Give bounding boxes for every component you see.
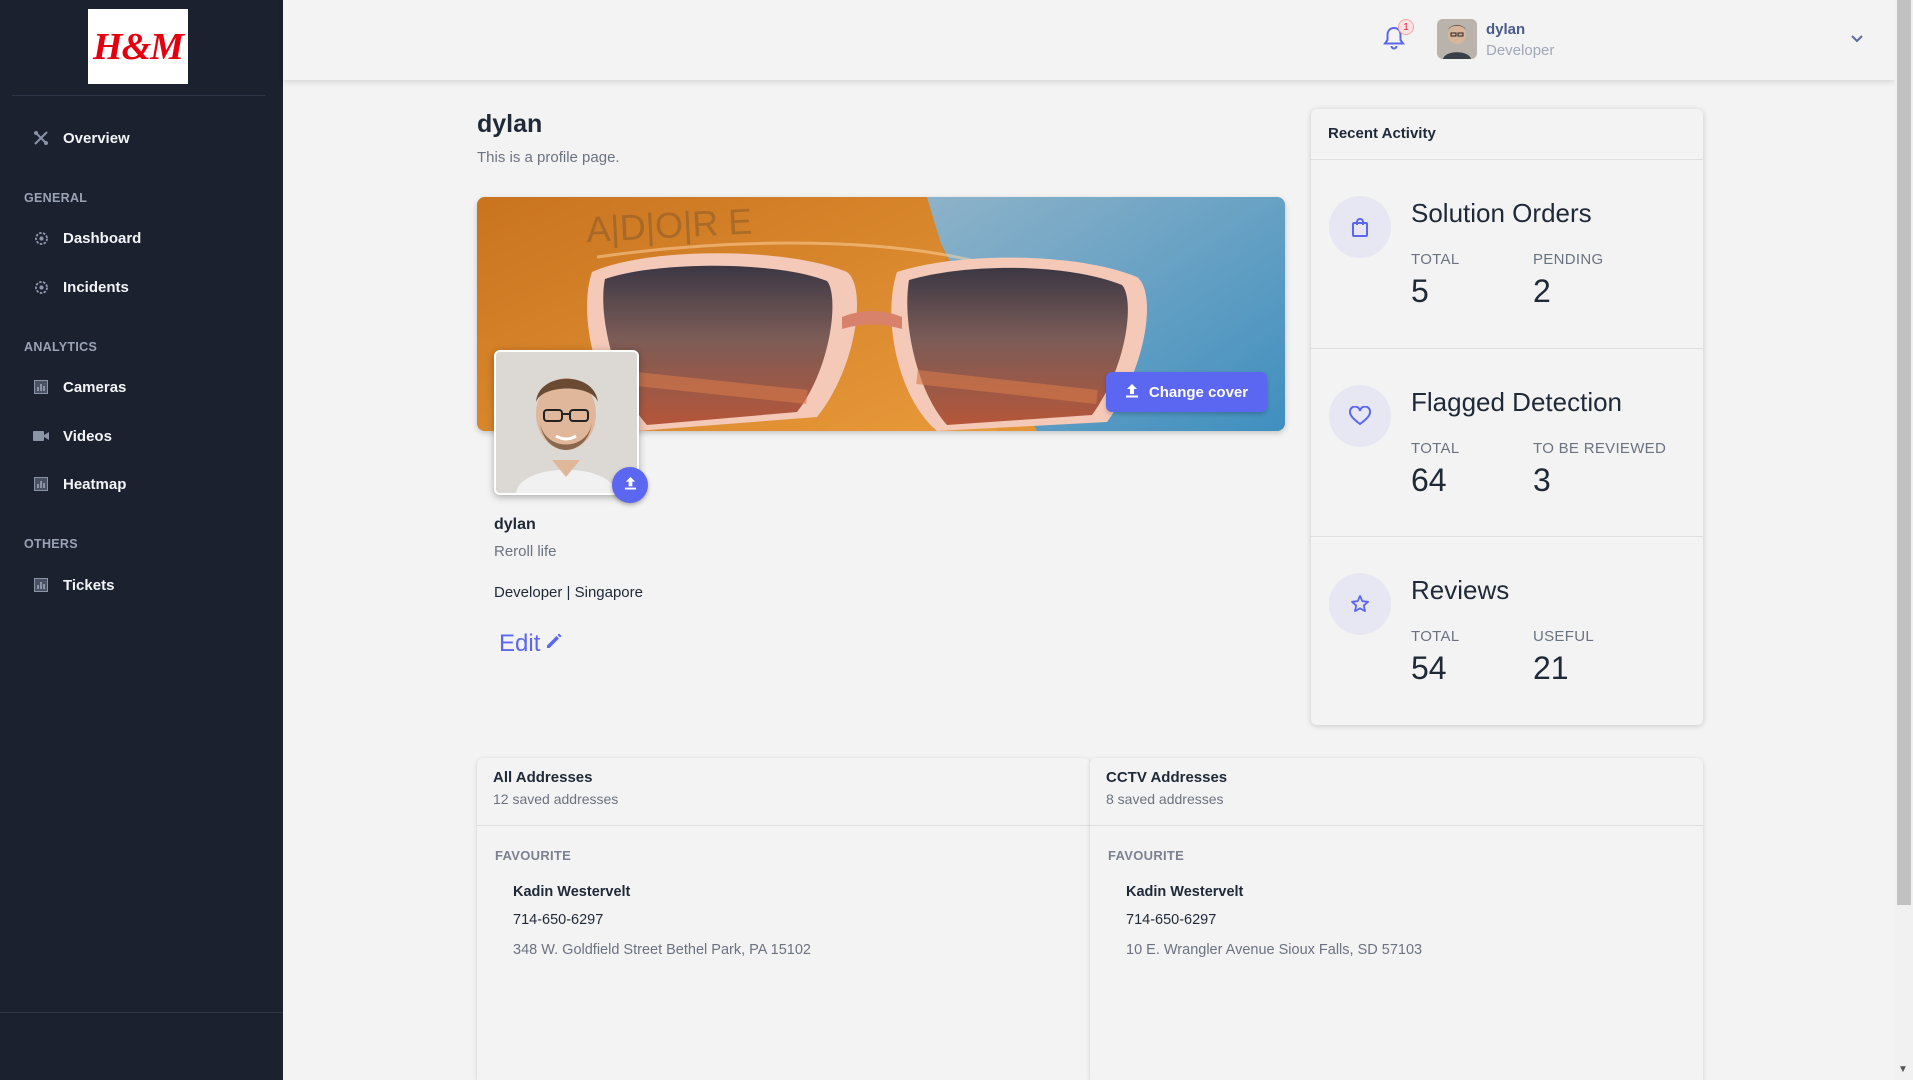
- sidebar-item-tickets[interactable]: Tickets: [32, 576, 114, 594]
- sidebar-divider: [12, 95, 265, 96]
- sidebar-item-label: Heatmap: [63, 475, 127, 493]
- profile-meta: Developer | Singapore: [494, 584, 643, 601]
- user-name[interactable]: dylan: [1486, 21, 1525, 38]
- sidebar-section-analytics: ANALYTICS: [24, 340, 98, 354]
- address-count: 12 saved addresses: [493, 791, 619, 807]
- address-count: 8 saved addresses: [1106, 791, 1224, 807]
- pencil-icon: [544, 630, 564, 658]
- svg-text:A|D|O|R E: A|D|O|R E: [585, 200, 753, 250]
- sidebar-item-label: Videos: [63, 427, 112, 445]
- address-phone: 714-650-6297: [1126, 912, 1217, 928]
- sidebar-item-label: Incidents: [63, 278, 129, 296]
- gear-icon: [32, 278, 50, 296]
- stat-label: TOTAL: [1411, 440, 1460, 457]
- stat-label: TOTAL: [1411, 251, 1460, 268]
- chart-icon: [32, 475, 50, 493]
- gear-icon: [32, 229, 50, 247]
- change-cover-label: Change cover: [1148, 383, 1249, 401]
- edit-label: Edit: [499, 630, 541, 657]
- activity-block-solution-orders: Solution Orders TOTAL PENDING 5 2: [1311, 160, 1703, 348]
- upload-icon: [1125, 383, 1139, 402]
- address-line: 10 E. Wrangler Avenue Sioux Falls, SD 57…: [1126, 942, 1423, 958]
- avatar[interactable]: [1437, 19, 1477, 59]
- scrollbar-thumb[interactable]: [1897, 0, 1911, 905]
- shopping-bag-icon: [1329, 196, 1391, 258]
- upload-icon: [624, 476, 637, 495]
- cctv-addresses-card: CCTV Addresses 8 saved addresses FAVOURI…: [1090, 758, 1703, 1080]
- stat-value: 64: [1411, 462, 1447, 498]
- chart-icon: [32, 576, 50, 594]
- stat-label: PENDING: [1533, 251, 1604, 268]
- stat-value: 54: [1411, 650, 1447, 686]
- sidebar-item-label: Tickets: [63, 576, 115, 594]
- activity-title: Solution Orders: [1411, 198, 1592, 228]
- sidebar-item-label: Overview: [63, 129, 130, 147]
- all-addresses-card: All Addresses 12 saved addresses FAVOURI…: [477, 758, 1090, 1080]
- chevron-down-icon[interactable]: [1850, 32, 1864, 46]
- upload-avatar-button[interactable]: [612, 467, 648, 503]
- sidebar-section-others: OTHERS: [24, 537, 78, 551]
- sidebar-item-label: Cameras: [63, 378, 127, 396]
- notification-badge: 1: [1398, 19, 1414, 35]
- user-role: Developer: [1486, 42, 1555, 59]
- activity-title: Flagged Detection: [1411, 387, 1623, 417]
- profile-tagline: Reroll life: [494, 543, 557, 560]
- divider: [1090, 825, 1703, 826]
- brand-logo[interactable]: H&M: [88, 9, 188, 84]
- recent-activity-title: Recent Activity: [1328, 125, 1436, 142]
- edit-profile-button[interactable]: Edit: [499, 630, 564, 658]
- address-line: 348 W. Goldfield Street Bethel Park, PA …: [513, 942, 811, 958]
- divider: [477, 825, 1090, 826]
- card-title: CCTV Addresses: [1106, 769, 1228, 786]
- sidebar-item-cameras[interactable]: Cameras: [32, 378, 126, 396]
- sidebar-item-incidents[interactable]: Incidents: [32, 278, 129, 296]
- stat-label: USEFUL: [1533, 628, 1594, 645]
- page-title: dylan: [477, 110, 543, 138]
- video-icon: [32, 427, 50, 445]
- activity-block-flagged-detection: Flagged Detection TOTAL TO BE REVIEWED 6…: [1311, 349, 1703, 537]
- address-name: Kadin Westervelt: [1126, 884, 1244, 900]
- sidebar-footer: [0, 1012, 283, 1080]
- stat-value: 3: [1533, 462, 1551, 498]
- recent-activity-panel: Recent Activity Solution Orders TOTAL PE…: [1311, 109, 1703, 725]
- section-label: FAVOURITE: [1108, 848, 1185, 863]
- stat-value: 5: [1411, 273, 1429, 309]
- profile-name: dylan: [494, 516, 536, 533]
- stat-label: TOTAL: [1411, 628, 1460, 645]
- change-cover-button[interactable]: Change cover: [1106, 372, 1267, 412]
- card-title: All Addresses: [493, 769, 593, 786]
- topbar: [283, 0, 1895, 80]
- tools-icon: [32, 129, 50, 147]
- scroll-down-arrow-icon[interactable]: ▼: [1898, 1064, 1908, 1075]
- logo-text: H&M: [93, 25, 184, 68]
- sidebar-section-general: GENERAL: [24, 191, 88, 205]
- stat-value: 2: [1533, 273, 1551, 309]
- sidebar: H&M Overview GENERAL Dashboard Incidents…: [0, 0, 283, 1080]
- sidebar-item-heatmap[interactable]: Heatmap: [32, 475, 126, 493]
- address-name: Kadin Westervelt: [513, 884, 631, 900]
- activity-title: Reviews: [1411, 575, 1510, 605]
- sidebar-item-videos[interactable]: Videos: [32, 427, 112, 445]
- chart-icon: [32, 378, 50, 396]
- address-phone: 714-650-6297: [513, 912, 604, 928]
- activity-block-reviews: Reviews TOTAL USEFUL 54 21: [1311, 537, 1703, 725]
- page-subtitle: This is a profile page.: [477, 149, 620, 166]
- star-icon: [1329, 573, 1391, 635]
- section-label: FAVOURITE: [495, 848, 572, 863]
- sidebar-item-overview[interactable]: Overview: [32, 129, 130, 147]
- sidebar-item-label: Dashboard: [63, 229, 142, 247]
- stat-value: 21: [1533, 650, 1569, 686]
- sidebar-item-dashboard[interactable]: Dashboard: [32, 229, 141, 247]
- stat-label: TO BE REVIEWED: [1533, 440, 1667, 457]
- heart-icon: [1329, 385, 1391, 447]
